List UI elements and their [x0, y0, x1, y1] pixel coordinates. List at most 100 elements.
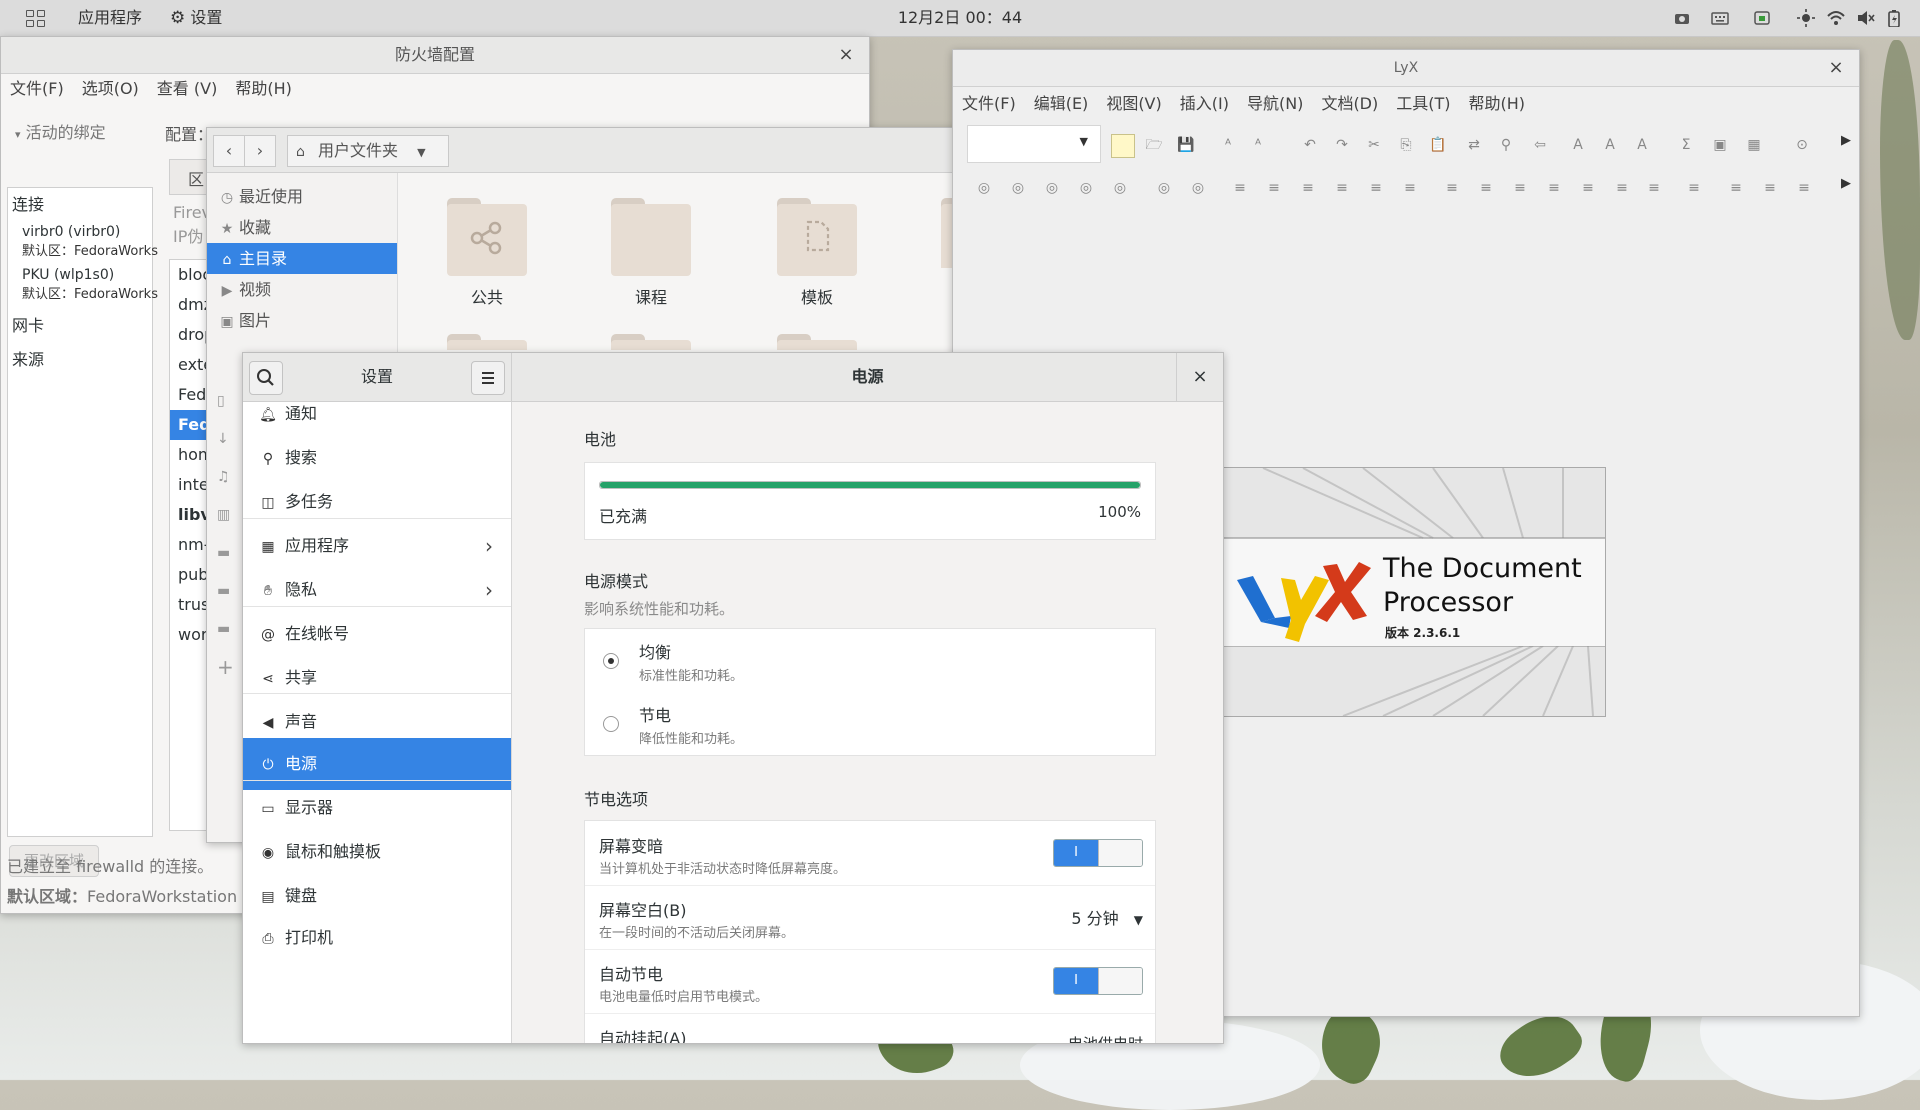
- dim-screen-switch[interactable]: I: [1053, 839, 1143, 867]
- indent-increase-icon[interactable]: ≡: [1441, 177, 1463, 199]
- blank-screen-dropdown[interactable]: 5 分钟 ▼: [1071, 905, 1143, 929]
- math-icon[interactable]: Σ: [1675, 134, 1697, 156]
- firewall-menu-file[interactable]: 文件(F): [1, 73, 73, 105]
- lyx-menu-item[interactable]: 工具(T): [1387, 88, 1459, 120]
- spellcheck-icon[interactable]: ᴬ: [1217, 134, 1239, 156]
- battery-icon[interactable]: [1886, 9, 1902, 27]
- blank-screen-row[interactable]: 屏幕空白(B) 在一段时间的不活动后关闭屏幕。 5 分钟 ▼: [585, 885, 1155, 950]
- spellcheck-continuous-icon[interactable]: ᴬ: [1247, 134, 1269, 156]
- toc-icon[interactable]: ⊙: [1791, 134, 1813, 156]
- active-bindings-toggle[interactable]: ▾ 活动的绑定: [15, 119, 106, 143]
- zone-item[interactable]: dmz: [170, 290, 210, 320]
- view-master-icon[interactable]: ◎: [1153, 177, 1175, 199]
- folder-small-icon[interactable]: ▬: [217, 534, 237, 572]
- zone-item[interactable]: libv: [170, 500, 210, 530]
- keyboard-indicator-icon[interactable]: [1710, 9, 1730, 27]
- paragraph-settings-icon[interactable]: ≡: [1759, 177, 1781, 199]
- zone-item[interactable]: pub: [170, 560, 210, 590]
- toolbar-overflow-icon[interactable]: ▶: [1841, 133, 1851, 148]
- toolbar-overflow-icon[interactable]: ▶: [1841, 176, 1851, 191]
- music-icon[interactable]: ♫: [217, 458, 237, 496]
- back-icon[interactable]: ⇦: [1529, 134, 1551, 156]
- zone-item[interactable]: Fedo: [170, 410, 210, 440]
- save-icon[interactable]: 💾: [1175, 134, 1197, 156]
- folder-label[interactable]: 模板: [757, 284, 877, 308]
- indent-decrease-icon[interactable]: ≡: [1399, 177, 1421, 199]
- source-header[interactable]: 来源: [8, 346, 152, 370]
- zone-item[interactable]: inte: [170, 470, 210, 500]
- insert-table-icon[interactable]: ▦: [1743, 134, 1765, 156]
- paragraph-icon[interactable]: ≡: [1725, 177, 1747, 199]
- lyx-close-button[interactable]: ×: [1821, 50, 1851, 86]
- emphasis-icon[interactable]: A: [1567, 134, 1589, 156]
- auto-suspend-row[interactable]: 自动挂起(A) 电池供电时: [585, 1013, 1155, 1043]
- brightness-icon[interactable]: [1796, 9, 1816, 27]
- export-icon[interactable]: ◎: [1109, 177, 1131, 199]
- zone-item[interactable]: nm-: [170, 530, 210, 560]
- box-icon[interactable]: ≡: [1475, 177, 1497, 199]
- align-left-icon[interactable]: ≡: [1229, 177, 1251, 199]
- label-icon[interactable]: ≡: [1683, 177, 1705, 199]
- lyx-menu-item[interactable]: 文件(F): [953, 88, 1025, 120]
- files-sidebar-item[interactable]: ▶ 视频: [207, 274, 397, 305]
- path-bar[interactable]: ⌂ 用户文件夹 ▼: [287, 135, 449, 167]
- zone-item[interactable]: exte: [170, 350, 210, 380]
- cross-ref-icon[interactable]: ≡: [1643, 177, 1665, 199]
- download-icon[interactable]: ↓: [217, 420, 237, 458]
- zone-item[interactable]: trus: [170, 590, 210, 620]
- lyx-menu-item[interactable]: 视图(V): [1097, 88, 1170, 120]
- screenshot-icon[interactable]: [1672, 9, 1692, 27]
- folder-label[interactable]: 公共: [427, 284, 547, 308]
- firewall-close-button[interactable]: ×: [831, 37, 861, 73]
- folder-icon[interactable]: [611, 198, 691, 276]
- document-settings-icon[interactable]: ≡: [1793, 177, 1815, 199]
- firewall-menu-options[interactable]: 选项(O): [73, 73, 148, 105]
- mode-saver-radio[interactable]: [603, 716, 619, 732]
- firewall-menu-view[interactable]: 查看 (V): [148, 73, 227, 105]
- copy-icon[interactable]: ⎘: [1395, 134, 1417, 156]
- zone-tab[interactable]: 区: [169, 159, 211, 195]
- settings-close-button[interactable]: ×: [1176, 353, 1223, 401]
- connection-name[interactable]: PKU (wlp1s0): [8, 267, 152, 283]
- forward-button[interactable]: ›: [244, 135, 276, 167]
- files-sidebar-item[interactable]: ◷ 最近使用: [207, 181, 397, 212]
- list-enumerate-icon[interactable]: ≡: [1297, 177, 1319, 199]
- zone-item[interactable]: hom: [170, 440, 210, 470]
- lyx-menu-item[interactable]: 导航(N): [1238, 88, 1312, 120]
- update-icon[interactable]: ◎: [1007, 177, 1029, 199]
- update-other-icon[interactable]: ◎: [1075, 177, 1097, 199]
- auto-saver-switch[interactable]: I: [1053, 967, 1143, 995]
- back-button[interactable]: ‹: [213, 135, 245, 167]
- footnote-icon[interactable]: ≡: [1577, 177, 1599, 199]
- mode-balanced-row[interactable]: 均衡 标准性能和功耗。: [585, 629, 1155, 692]
- settings-app-menu[interactable]: ⚙ 设置: [170, 0, 222, 36]
- margin-note-icon[interactable]: ≡: [1611, 177, 1633, 199]
- settings-nav-item[interactable]: ⎙ 打印机: [243, 912, 511, 964]
- cut-icon[interactable]: ✂: [1363, 134, 1385, 156]
- mode-balanced-radio[interactable]: [603, 653, 619, 669]
- connection-name[interactable]: virbr0 (virbr0): [8, 224, 152, 240]
- find-icon[interactable]: ⚲: [1495, 134, 1517, 156]
- noun-icon[interactable]: A: [1599, 134, 1621, 156]
- lyx-menu-item[interactable]: 插入(I): [1171, 88, 1238, 120]
- mode-saver-row[interactable]: 节电 降低性能和功耗。: [585, 692, 1155, 755]
- zone-item[interactable]: drop: [170, 320, 210, 350]
- lyx-menu-item[interactable]: 帮助(H): [1460, 88, 1535, 120]
- align-justify-icon[interactable]: ≡: [1365, 177, 1387, 199]
- files-sidebar-item[interactable]: ▣ 图片: [207, 305, 397, 336]
- files-sidebar-item[interactable]: ★ 收藏: [207, 212, 397, 243]
- folder-icon[interactable]: [447, 334, 527, 350]
- table-icon[interactable]: ≡: [1509, 177, 1531, 199]
- zone-item[interactable]: bloc: [170, 260, 210, 290]
- folder-small-icon[interactable]: ▬: [217, 572, 237, 610]
- list-itemize-icon[interactable]: ≡: [1263, 177, 1285, 199]
- applications-menu[interactable]: 应用程序: [78, 0, 142, 36]
- folder-icon[interactable]: [611, 334, 691, 350]
- folder-small-icon[interactable]: ▬: [217, 610, 237, 648]
- new-document-icon[interactable]: [1111, 134, 1135, 158]
- open-icon[interactable]: 🗁: [1143, 134, 1165, 156]
- folder-icon[interactable]: [777, 198, 857, 276]
- folder-icon[interactable]: [447, 198, 527, 276]
- clock-label[interactable]: 12月2日 00：44: [898, 8, 1022, 27]
- zone-item[interactable]: wor: [170, 620, 210, 650]
